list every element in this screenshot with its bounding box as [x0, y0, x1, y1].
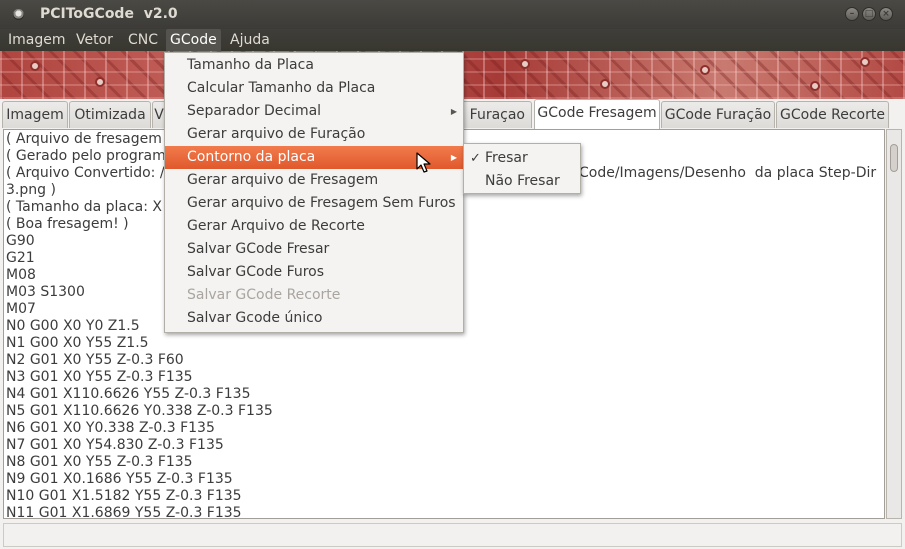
- text-line: G90: [6, 233, 35, 249]
- menu-item-label: Gerar arquivo de Fresagem: [187, 172, 379, 188]
- submenu-item-fresar[interactable]: ✓ Fresar: [464, 147, 580, 170]
- menu-item-label: Salvar GCode Furos: [187, 264, 325, 280]
- text-line: ( Tamanho da placa: X =: [6, 199, 179, 215]
- menu-item-gerar-recorte[interactable]: Gerar Arquivo de Recorte: [165, 215, 463, 238]
- text-line: N10 G01 X1.5182 Y55 Z-0.3 F135: [6, 488, 242, 504]
- menu-cnc[interactable]: CNC: [124, 29, 162, 51]
- text-line: N9 G01 X0.1686 Y55 Z-0.3 F135: [6, 471, 233, 487]
- submenu-item-label: Fresar: [485, 150, 528, 166]
- tab-gcode-fresagem[interactable]: GCode Fresagem: [534, 99, 660, 129]
- menu-bar: Imagem Vetor CNC GCode Ajuda: [0, 29, 905, 51]
- menu-item-gerar-furacao[interactable]: Gerar arquivo de Furação: [165, 123, 463, 146]
- menu-item-salvar-furos[interactable]: Salvar GCode Furos: [165, 261, 463, 284]
- tab-gcode-recorte[interactable]: GCode Recorte: [776, 101, 889, 128]
- submenu-arrow-icon: ▶: [450, 107, 457, 116]
- vertical-scrollbar[interactable]: [886, 129, 902, 519]
- tab-imagem[interactable]: Imagem: [2, 101, 68, 128]
- menu-item-salvar-fresar[interactable]: Salvar GCode Fresar: [165, 238, 463, 261]
- menu-ajuda[interactable]: Ajuda: [226, 29, 274, 51]
- text-line: N7 G01 X0 Y54.830 Z-0.3 F135: [6, 437, 224, 453]
- scrollbar-thumb[interactable]: [890, 144, 898, 172]
- text-line: N2 G01 X0 Y55 Z-0.3 F60: [6, 352, 184, 368]
- tab-gcode-furacao[interactable]: GCode Furação: [661, 101, 775, 128]
- text-line: M07: [6, 301, 36, 317]
- app-window: PCIToGCode v2.0 – □ × Imagem Vetor CNC G…: [0, 0, 905, 549]
- submenu-item-nao-fresar[interactable]: Não Fresar: [464, 170, 580, 193]
- menu-gcode[interactable]: GCode: [166, 29, 221, 51]
- menu-item-label: Gerar arquivo de Fresagem Sem Furos: [187, 195, 456, 211]
- text-line: M08: [6, 267, 36, 283]
- menu-item-label: Separador Decimal: [187, 103, 322, 119]
- contorno-submenu: ✓ Fresar Não Fresar: [463, 143, 581, 194]
- text-line: ( Arquivo de fresagem d: [6, 131, 176, 147]
- menu-item-salvar-unico[interactable]: Salvar Gcode único: [165, 307, 463, 330]
- menu-item-label: Tamanho da Placa: [187, 57, 314, 73]
- text-line: ( Arquivo Convertido: /h: [6, 165, 174, 181]
- text-line: N0 G00 X0 Y0 Z1.5: [6, 318, 140, 334]
- menu-item-label: Calcular Tamanho da Placa: [187, 80, 376, 96]
- tab-otimizada[interactable]: Otimizada: [69, 101, 151, 128]
- submenu-item-label: Não Fresar: [485, 173, 560, 189]
- menu-vetor[interactable]: Vetor: [72, 29, 117, 51]
- menu-item-label: Gerar arquivo de Furação: [187, 126, 366, 142]
- check-icon: ✓: [470, 151, 481, 166]
- menu-item-label: Salvar GCode Fresar: [187, 241, 330, 257]
- window-title: PCIToGCode v2.0: [40, 6, 178, 22]
- menu-item-label: Gerar Arquivo de Recorte: [187, 218, 365, 234]
- menu-item-label: Salvar GCode Recorte: [187, 287, 341, 303]
- text-line: G21: [6, 250, 35, 266]
- text-line: N11 G01 X1.6869 Y55 Z-0.3 F135: [6, 505, 242, 519]
- menu-item-calcular-tamanho[interactable]: Calcular Tamanho da Placa: [165, 77, 463, 100]
- menu-item-separador-decimal[interactable]: Separador Decimal ▶: [165, 100, 463, 123]
- tab-furacao[interactable]: a Furaçao: [452, 101, 532, 128]
- menu-item-label: Contorno da placa: [187, 149, 316, 165]
- text-line: 3.png ): [6, 182, 56, 198]
- text-line: N4 G01 X110.6626 Y55 Z-0.3 F135: [6, 386, 251, 402]
- text-line: N1 G00 X0 Y55 Z1.5: [6, 335, 149, 351]
- text-line: N8 G01 X0 Y55 Z-0.3 F135: [6, 454, 193, 470]
- app-icon: [13, 9, 24, 20]
- menu-imagem[interactable]: Imagem: [4, 29, 69, 51]
- menu-item-gerar-fresagem-sem-furos[interactable]: Gerar arquivo de Fresagem Sem Furos: [165, 192, 463, 215]
- text-line: ( Gerado pelo programa: [6, 148, 175, 164]
- minimize-button[interactable]: –: [845, 7, 859, 21]
- text-line: M03 S1300: [6, 284, 85, 300]
- gcode-menu-dropdown: Tamanho da Placa Calcular Tamanho da Pla…: [164, 52, 464, 333]
- text-line: ( Boa fresagem! ): [6, 216, 129, 232]
- text-line-continuation: Code/Imagens/Desenho da placa Step-Dir: [579, 165, 877, 181]
- menu-item-salvar-recorte: Salvar GCode Recorte: [165, 284, 463, 307]
- close-button[interactable]: ×: [879, 7, 893, 21]
- text-line: N5 G01 X110.6626 Y0.338 Z-0.3 F135: [6, 403, 273, 419]
- text-line: N6 G01 X0 Y0.338 Z-0.3 F135: [6, 420, 215, 436]
- title-bar: PCIToGCode v2.0 – □ ×: [0, 0, 905, 29]
- maximize-button[interactable]: □: [862, 7, 876, 21]
- status-bar: [3, 523, 902, 547]
- mouse-pointer-icon: [416, 152, 431, 173]
- text-line: N3 G01 X0 Y55 Z-0.3 F135: [6, 369, 193, 385]
- menu-item-tamanho-da-placa[interactable]: Tamanho da Placa: [165, 54, 463, 77]
- menu-item-label: Salvar Gcode único: [187, 310, 323, 326]
- submenu-arrow-icon: ▶: [450, 153, 457, 162]
